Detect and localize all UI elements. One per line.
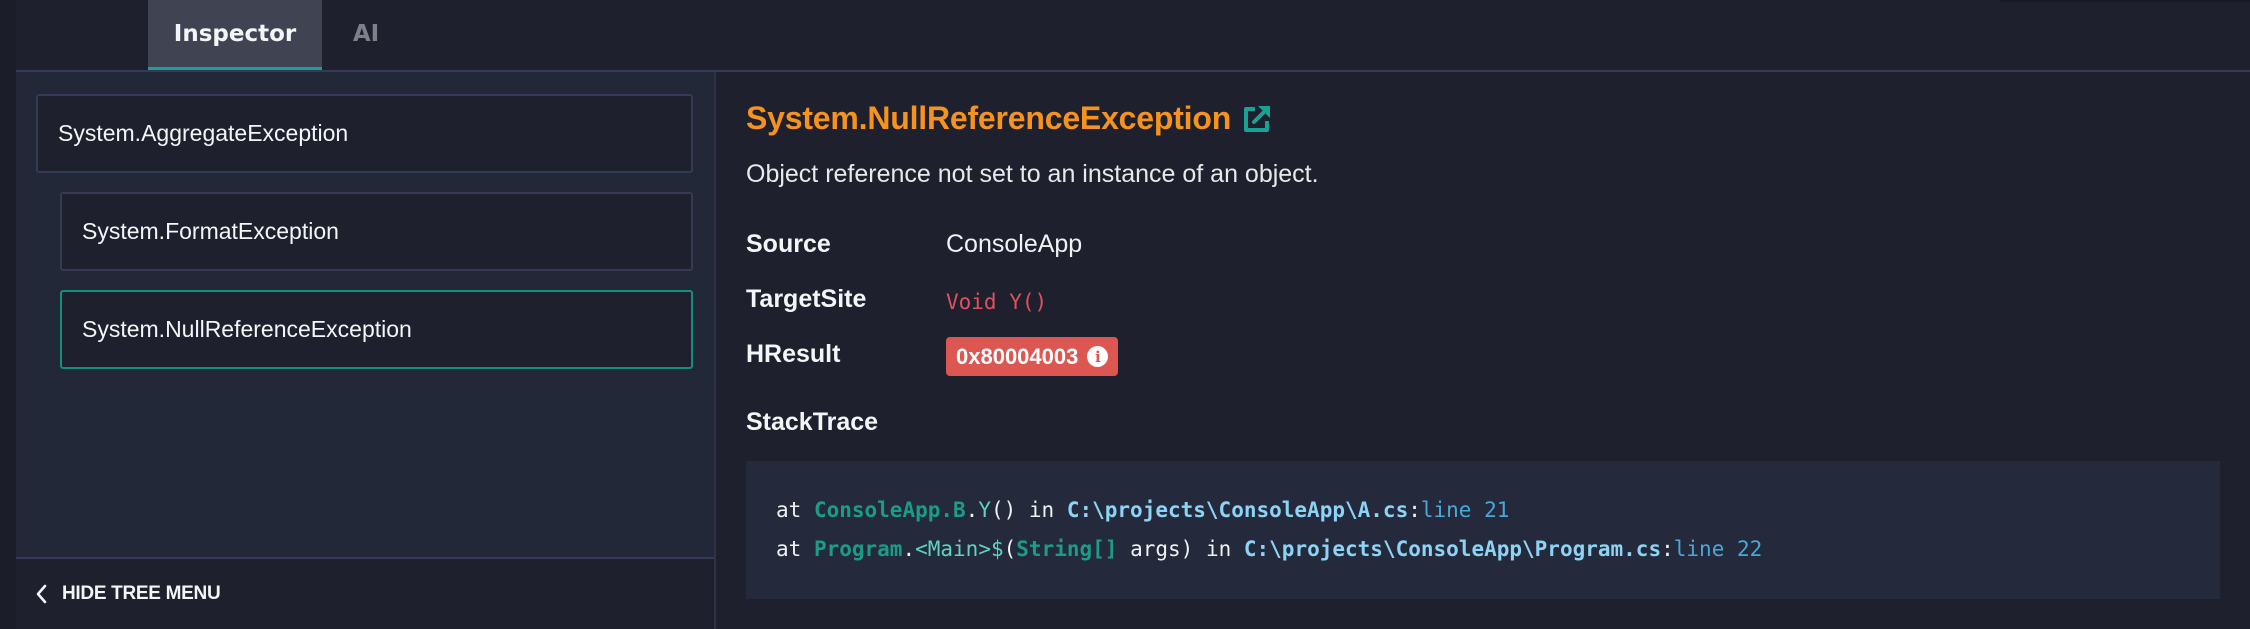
tab-inspector[interactable]: Inspector [148,0,322,70]
stacktrace-box: at ConsoleApp.B.Y() in C:\projects\Conso… [746,461,2220,599]
source-value: ConsoleApp [946,230,1083,258]
window-edge [0,0,16,629]
hresult-value: 0x80004003 [956,343,1079,369]
stack-at: at [776,498,814,522]
stack-in: in [1193,537,1244,561]
stack-arg-type: String[] [1016,537,1118,561]
stack-file-path[interactable]: C:\projects\ConsoleApp\Program.cs [1244,537,1661,561]
tree-item-format-exception[interactable]: System.FormatException [60,192,693,271]
info-circle-icon[interactable]: i [1087,346,1109,367]
stack-args-rest: args) [1117,537,1194,561]
chevron-left-icon [34,583,56,605]
stack-frame: at ConsoleApp.B.Y() in C:\projects\Conso… [776,491,2190,530]
stack-file-path[interactable]: C:\projects\ConsoleApp\A.cs [1067,498,1408,522]
hresult-label: HResult [746,340,841,368]
stack-args: () [990,498,1017,522]
tree-item-label: System.AggregateException [58,120,349,146]
stack-type: ConsoleApp.B [813,498,966,522]
exception-message: Object reference not set to an instance … [746,160,1319,188]
exception-type-title: System.NullReferenceException [746,100,1232,136]
stacktrace-label: StackTrace [746,408,879,436]
stack-dot: . [902,537,916,561]
stack-frame: at Program.<Main>$(String[] args) in C:\… [776,530,2190,569]
external-link-icon[interactable] [1241,103,1273,135]
hide-tree-menu-label: HIDE TREE MENU [62,583,221,604]
tree-item-label: System.NullReferenceException [82,316,412,342]
stack-args-open: ( [1003,537,1017,561]
targetsite-value: Void Y() [946,290,1048,314]
exception-tree-panel: System.AggregateException System.FormatE… [16,72,714,559]
stack-line-number: line 22 [1673,537,1763,561]
stack-colon: : [1661,537,1674,561]
stack-method: Y [978,498,991,522]
panel-divider[interactable] [714,72,716,629]
stack-method: <Main>$ [915,537,1004,561]
targetsite-label: TargetSite [746,285,867,313]
stack-at: at [776,537,814,561]
stack-in: in [1016,498,1067,522]
tree-item-null-reference-exception[interactable]: System.NullReferenceException [60,290,693,369]
stack-colon: : [1408,498,1421,522]
stack-type: Program [813,537,903,561]
tree-item-aggregate-exception[interactable]: System.AggregateException [36,94,693,173]
stack-dot: . [965,498,979,522]
tab-ai[interactable]: AI [322,0,410,68]
stack-line-number: line 21 [1420,498,1510,522]
hide-tree-menu-button[interactable]: HIDE TREE MENU [16,559,714,629]
tree-item-label: System.FormatException [82,218,339,244]
hresult-badge: 0x80004003 i [946,337,1119,376]
source-label: Source [746,230,831,258]
